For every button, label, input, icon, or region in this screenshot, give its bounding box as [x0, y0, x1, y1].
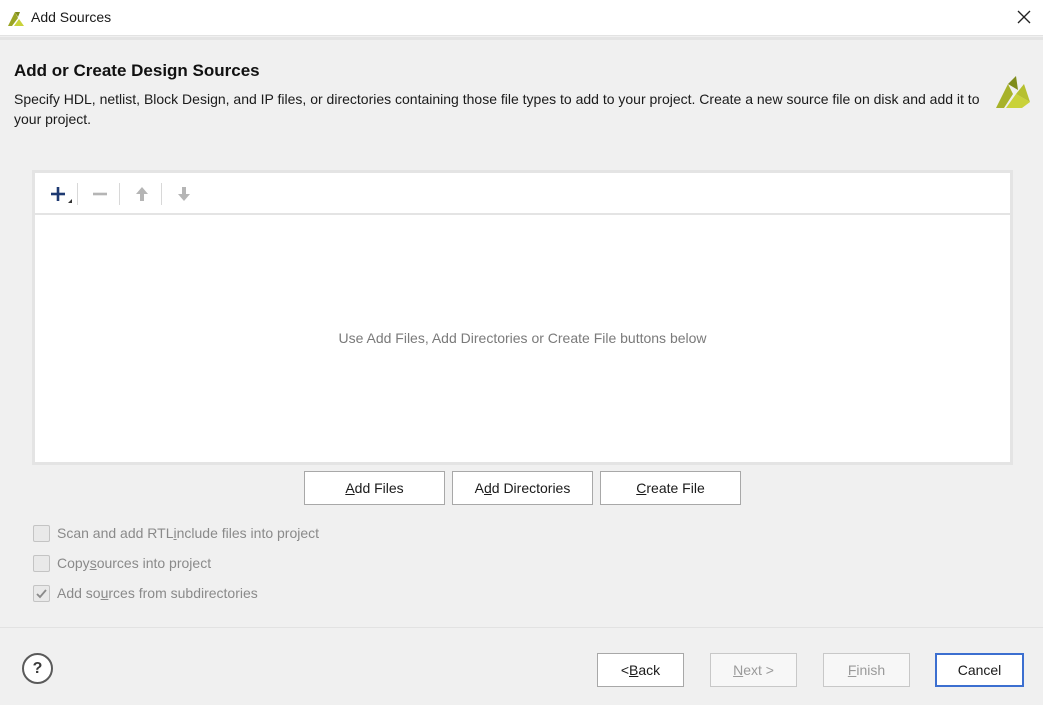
- page-title: Add or Create Design Sources: [14, 61, 260, 80]
- button-label: ext >: [743, 662, 774, 678]
- option-label: ources into project: [96, 555, 212, 571]
- copy-sources-option[interactable]: Copy s ources into project: [33, 553, 211, 573]
- back-button[interactable]: < Back: [597, 653, 684, 687]
- button-label: d Directories: [491, 480, 571, 496]
- button-mnemonic: C: [636, 480, 647, 496]
- button-label: A: [474, 480, 484, 496]
- help-button[interactable]: ?: [22, 653, 53, 684]
- button-label: dd Files: [354, 480, 404, 496]
- toolbar-separator: [77, 183, 78, 205]
- window-titlebar: Add Sources: [0, 0, 1043, 36]
- checkmark-icon: [36, 588, 47, 598]
- add-directories-button[interactable]: Add Directories: [452, 471, 593, 505]
- add-icon[interactable]: [43, 179, 73, 209]
- option-label: nclude files into project: [176, 525, 320, 541]
- create-file-button[interactable]: Create File: [600, 471, 741, 505]
- button-mnemonic: N: [733, 662, 744, 678]
- cancel-button[interactable]: Cancel: [935, 653, 1024, 687]
- button-label: <: [620, 662, 630, 678]
- source-file-table[interactable]: Use Add Files, Add Directories or Create…: [32, 170, 1013, 465]
- move-up-icon[interactable]: [127, 179, 157, 209]
- button-label: inish: [856, 662, 886, 678]
- remove-icon[interactable]: [85, 179, 115, 209]
- copy-sources-checkbox[interactable]: [33, 554, 50, 572]
- table-toolbar: [35, 173, 1010, 215]
- button-mnemonic: A: [345, 480, 355, 496]
- page-description: Specify HDL, netlist, Block Design, and …: [14, 91, 980, 127]
- vivado-logo-icon: [8, 12, 24, 26]
- brand-logo-icon: [996, 76, 1030, 108]
- help-icon: ?: [32, 659, 43, 677]
- scan-rtl-option[interactable]: Scan and add RTL i nclude files into proj…: [33, 523, 319, 543]
- button-mnemonic: B: [629, 662, 639, 678]
- footer-divider: [0, 627, 1043, 628]
- add-subdirectories-checkbox[interactable]: [33, 584, 50, 602]
- button-label: Cancel: [957, 662, 1002, 678]
- button-mnemonic: F: [847, 662, 857, 678]
- move-down-icon[interactable]: [169, 179, 199, 209]
- toolbar-separator: [119, 183, 120, 205]
- button-mnemonic: d: [483, 480, 492, 496]
- button-label: ack: [638, 662, 661, 678]
- option-mnemonic: s: [89, 555, 97, 571]
- option-label: rces from subdirectories: [108, 585, 258, 601]
- option-label: Copy: [57, 555, 90, 571]
- next-button[interactable]: Next >: [710, 653, 797, 687]
- empty-table-message: Use Add Files, Add Directories or Create…: [338, 330, 707, 346]
- window-title: Add Sources: [31, 9, 112, 25]
- finish-button[interactable]: Finish: [823, 653, 910, 687]
- add-files-button[interactable]: Add Files: [304, 471, 445, 505]
- toolbar-separator: [161, 183, 162, 205]
- add-subdirectories-option[interactable]: Add so u rces from subdirectories: [33, 583, 258, 603]
- option-mnemonic: u: [100, 585, 109, 601]
- button-label: reate File: [646, 480, 705, 496]
- header-divider: [0, 37, 1043, 40]
- close-icon[interactable]: [1013, 6, 1035, 28]
- option-label: Add so: [57, 585, 101, 601]
- scan-rtl-checkbox[interactable]: [33, 524, 50, 542]
- option-label: Scan and add RTL: [57, 525, 174, 541]
